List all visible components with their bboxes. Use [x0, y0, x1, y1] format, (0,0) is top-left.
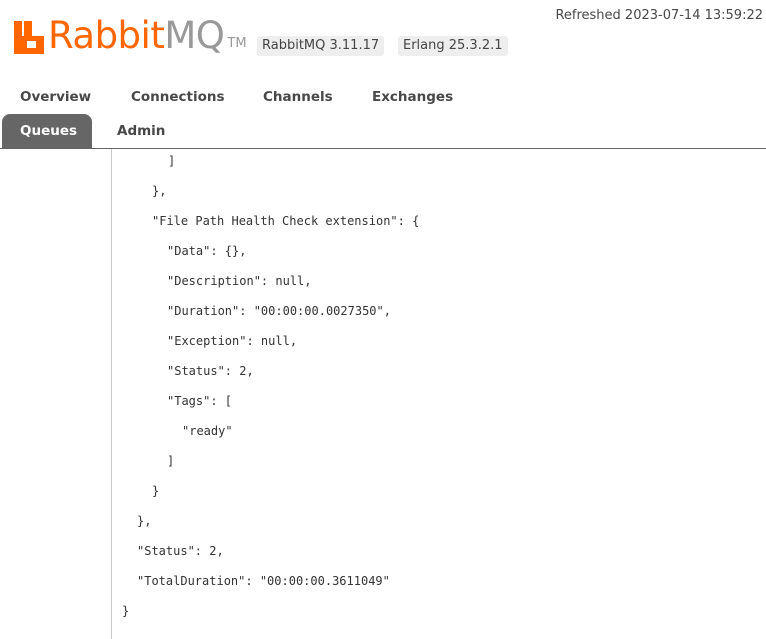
tab-exchanges[interactable]: Exchanges — [354, 80, 471, 114]
json-line: "TotalDuration": "00:00:00.3611049" — [137, 574, 390, 588]
json-line: "Description": null, — [167, 274, 312, 288]
json-line: } — [122, 604, 130, 618]
tab-overview[interactable]: Overview — [2, 80, 109, 114]
logo-wordmark: RabbitMQ — [48, 14, 225, 57]
logo-trademark: TM — [227, 36, 247, 51]
json-line: "File Path Health Check extension": { — [152, 214, 420, 228]
json-line: "Status": 2, — [137, 544, 224, 558]
json-line: }, — [137, 514, 152, 528]
rabbitmq-version-badge: RabbitMQ 3.11.17 — [257, 36, 385, 56]
json-line: "ready" — [182, 424, 233, 438]
json-line: "Tags": [ — [167, 394, 233, 408]
refreshed-timestamp: Refreshed 2023-07-14 13:59:22 — [555, 8, 763, 23]
json-line: }, — [152, 184, 167, 198]
json-line: ] — [167, 454, 175, 468]
tab-channels[interactable]: Channels — [245, 80, 351, 114]
json-output-panel: ] }, "File Path Health Check extension":… — [111, 149, 766, 639]
json-line: "Data": {}, — [167, 244, 247, 258]
rabbitmq-logo[interactable]: RabbitMQ TM — [14, 14, 247, 54]
tab-connections[interactable]: Connections — [113, 80, 243, 114]
erlang-version-badge: Erlang 25.3.2.1 — [398, 36, 508, 56]
tab-admin[interactable]: Admin — [99, 114, 183, 148]
rabbitmq-logo-mark-icon — [14, 21, 44, 54]
tab-queues[interactable]: Queues — [2, 114, 92, 148]
json-line: } — [152, 484, 160, 498]
json-line: "Status": 2, — [167, 364, 254, 378]
json-line: ] — [168, 154, 176, 168]
json-line: "Exception": null, — [167, 334, 298, 348]
json-line: "Duration": "00:00:00.0027350", — [167, 304, 391, 318]
logo-word-rabbit: Rabbit — [48, 14, 165, 57]
logo-word-mq: MQ — [164, 14, 225, 57]
